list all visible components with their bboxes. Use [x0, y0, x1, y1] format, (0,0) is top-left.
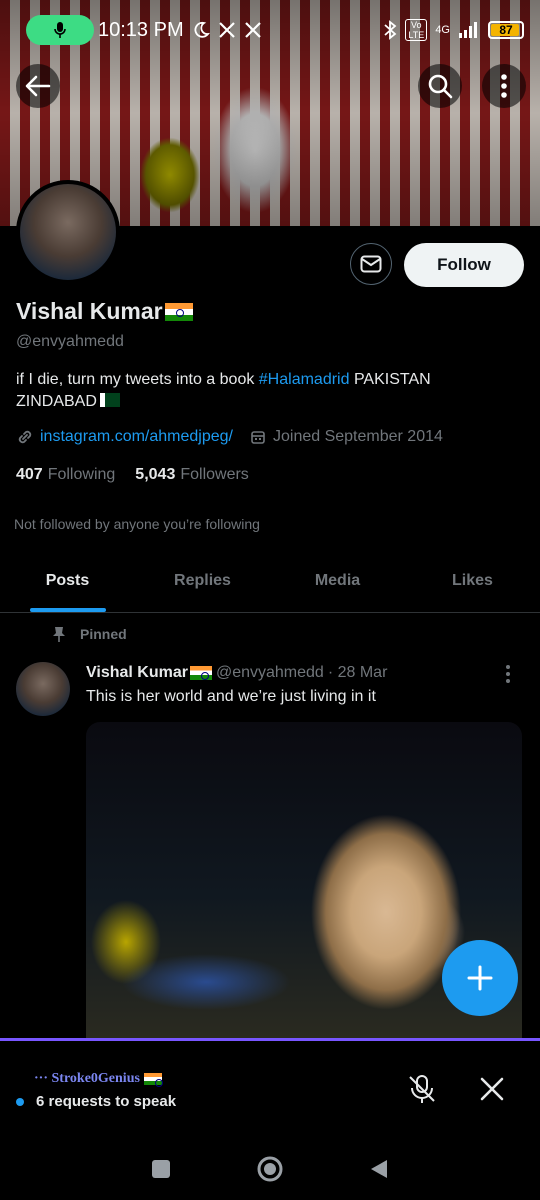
mic-icon [54, 22, 66, 38]
pinned-label: Pinned [52, 626, 127, 642]
search-button[interactable] [418, 64, 462, 108]
profile-avatar[interactable] [16, 180, 120, 284]
joined-date: Joined September 2014 [272, 428, 443, 445]
status-time: 10:13 PM [98, 18, 184, 41]
followers-stat[interactable]: 5,043 Followers [135, 466, 249, 484]
spaces-dock[interactable]: ··· Stroke0Genius 6 requests to speak [0, 1038, 540, 1138]
message-button[interactable] [350, 243, 392, 285]
recents-icon[interactable] [150, 1158, 172, 1180]
moon-icon [194, 21, 210, 38]
hashtag-link[interactable]: #Halamadrid [259, 371, 350, 388]
space-requests: 6 requests to speak [16, 1093, 176, 1110]
pin-icon [53, 627, 65, 642]
bluetooth-icon [384, 20, 397, 40]
close-icon[interactable] [478, 1075, 506, 1103]
x-logo-icon [218, 22, 235, 38]
plus-icon [467, 965, 493, 991]
profile-link[interactable]: instagram.com/ahmedjpeg/ [40, 428, 233, 446]
follow-button[interactable]: Follow [404, 243, 524, 287]
search-icon [428, 74, 453, 99]
more-vertical-icon [506, 665, 510, 683]
network-type: 4G [435, 24, 450, 36]
profile-tabs: Posts Replies Media Likes [0, 550, 540, 613]
profile-meta: instagram.com/ahmedjpeg/ Joined Septembe… [16, 428, 443, 446]
post-author[interactable]: Vishal Kumar [86, 664, 212, 682]
more-options-button[interactable] [482, 64, 526, 108]
back-icon[interactable] [368, 1158, 390, 1180]
link-icon [18, 430, 32, 444]
compose-button[interactable] [442, 940, 518, 1016]
post-text: This is her world and we’re just living … [86, 688, 376, 705]
india-flag-icon [189, 666, 212, 680]
post-header: Vishal Kumar @envyahmedd · 28 Mar [86, 664, 387, 682]
mail-icon [360, 255, 382, 273]
india-flag-icon [143, 1073, 163, 1087]
volte-badge: Vo LTE [405, 19, 428, 41]
not-followed-note: Not followed by anyone you’re following [14, 516, 260, 532]
profile-bio: if I die, turn my tweets into a book #Ha… [16, 371, 431, 410]
post-more-button[interactable] [505, 664, 511, 684]
x-logo-icon [244, 22, 261, 38]
status-bar: 10:13 PM Vo LTE 4G 87 [0, 0, 540, 60]
mic-indicator[interactable] [26, 15, 94, 45]
mic-off-icon[interactable] [406, 1073, 438, 1105]
battery-indicator: 87 [488, 21, 524, 39]
space-host: ··· Stroke0Genius [34, 1071, 163, 1087]
calendar-icon [251, 431, 265, 444]
profile-stats: 407 Following 5,043 Followers [16, 466, 249, 484]
following-stat[interactable]: 407 Following [16, 466, 115, 484]
post-avatar[interactable] [16, 662, 70, 716]
home-icon[interactable] [256, 1155, 284, 1183]
back-arrow-icon [25, 75, 51, 97]
profile-handle: @envyahmedd [16, 333, 124, 350]
more-vertical-icon [501, 74, 507, 98]
india-flag-icon [164, 302, 193, 321]
system-nav-bar [0, 1138, 540, 1200]
pakistan-flag-icon [99, 393, 120, 407]
tab-replies[interactable]: Replies [135, 550, 270, 612]
live-dot [16, 1097, 24, 1106]
tab-posts[interactable]: Posts [0, 550, 135, 612]
post-date: · 28 Mar [327, 664, 388, 681]
tab-media[interactable]: Media [270, 550, 405, 612]
signal-icon [459, 22, 477, 38]
back-button[interactable] [16, 64, 60, 108]
profile-name: Vishal Kumar [16, 298, 193, 325]
post-handle: @envyahmedd [215, 664, 324, 681]
tab-likes[interactable]: Likes [405, 550, 540, 612]
